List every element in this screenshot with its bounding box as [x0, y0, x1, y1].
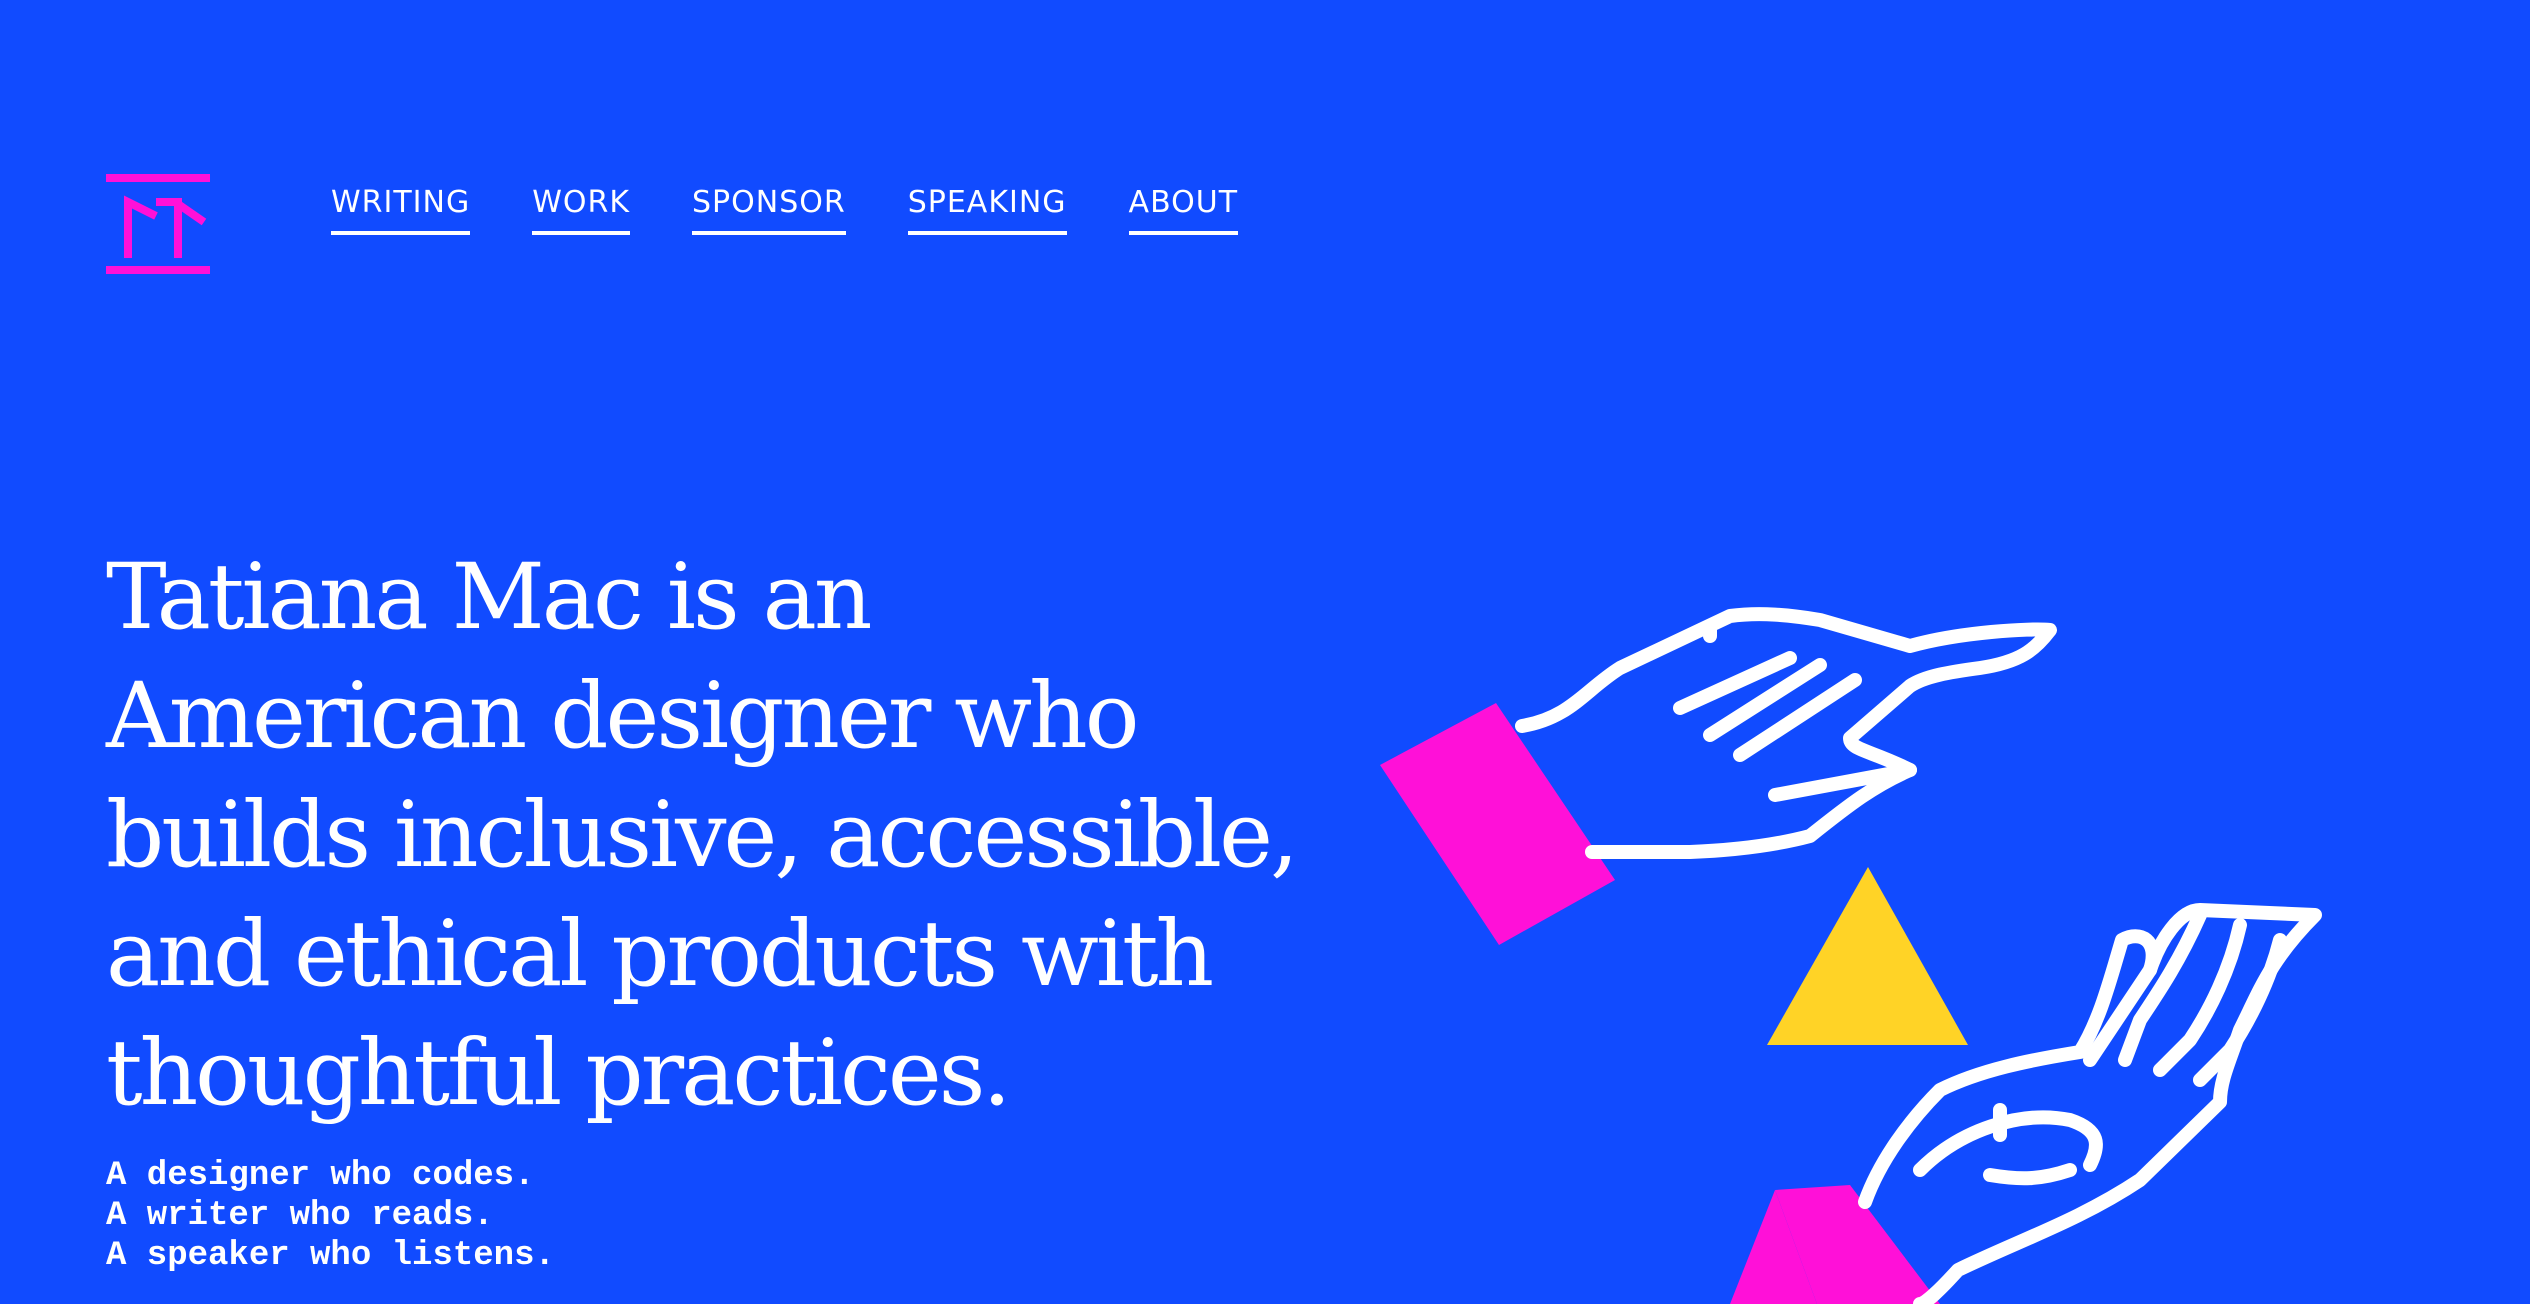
- nav-link-work[interactable]: WORK: [532, 186, 631, 235]
- tagline-list: A designer who codes. A writer who reads…: [106, 1156, 555, 1276]
- tagline-item: A designer who codes.: [106, 1157, 535, 1195]
- main-nav: WRITING WORK SPONSOR SPEAKING ABOUT: [331, 186, 1300, 235]
- page: WRITING WORK SPONSOR SPEAKING ABOUT Tati…: [0, 0, 2530, 1304]
- top-hand-cuff: [1380, 703, 1615, 945]
- bottom-hand-outline: [1858, 903, 2322, 1304]
- hands-with-triangle-illustration-icon: [1380, 607, 2322, 1304]
- top-hand-outline: [1515, 607, 2057, 859]
- tagline-item: A speaker who listens.: [106, 1237, 555, 1275]
- nav-link-speaking[interactable]: SPEAKING: [907, 186, 1067, 235]
- nav-link-writing[interactable]: WRITING: [331, 186, 471, 235]
- hero-headline: Tatiana Mac is an American designer who …: [106, 545, 1299, 1126]
- tagline-item: A writer who reads.: [106, 1197, 494, 1235]
- tm-monogram-logo-icon: [106, 174, 210, 274]
- yellow-triangle: [1767, 867, 1968, 1045]
- nav-link-about[interactable]: ABOUT: [1128, 186, 1239, 235]
- nav-link-sponsor[interactable]: SPONSOR: [692, 186, 846, 235]
